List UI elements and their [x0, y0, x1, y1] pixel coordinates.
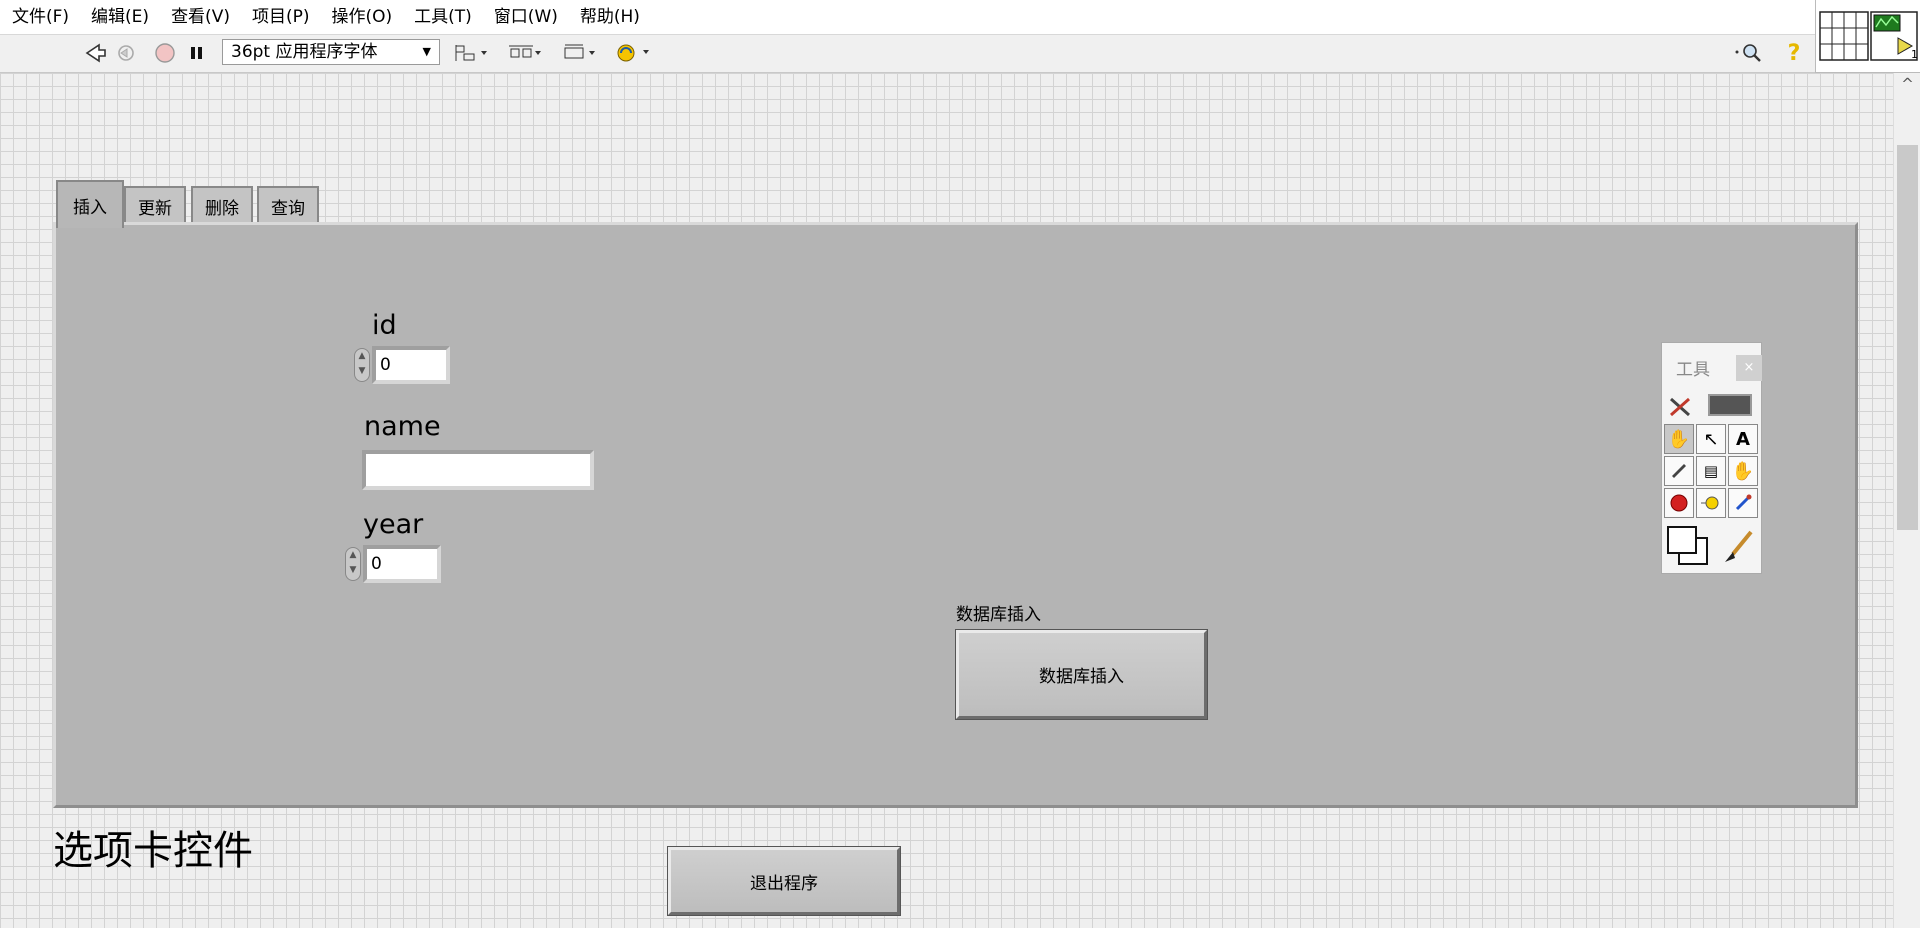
help-icon[interactable]: ? — [1782, 41, 1806, 66]
auto-tool-icon[interactable] — [1665, 392, 1695, 422]
menu-project[interactable]: 项目(P) — [240, 0, 320, 34]
svg-text:1: 1 — [1911, 48, 1918, 61]
wiring-tool-icon[interactable] — [1664, 456, 1694, 486]
reorder-icon[interactable] — [614, 41, 654, 65]
shortcut-menu-tool-icon[interactable]: ▤ — [1696, 456, 1726, 486]
position-tool-icon[interactable]: ↖ — [1696, 424, 1726, 454]
id-field[interactable]: 0 — [372, 346, 450, 384]
menu-bar: 文件(F) 编辑(E) 查看(V) 项目(P) 操作(O) 工具(T) 窗口(W… — [0, 0, 1815, 35]
menu-view[interactable]: 查看(V) — [159, 0, 240, 34]
text-tool-icon[interactable]: A — [1728, 424, 1758, 454]
insert-button-label: 数据库插入 — [956, 605, 1041, 625]
probe-tool-icon[interactable] — [1696, 488, 1726, 518]
year-numeric-control[interactable]: ▲ ▼ 0 — [345, 545, 441, 583]
tab-control-label: 选项卡控件 — [53, 828, 253, 874]
id-numeric-control[interactable]: ▲ ▼ 0 — [354, 346, 450, 384]
tab-query[interactable]: 查询 — [257, 186, 319, 224]
year-stepper[interactable]: ▲ ▼ — [345, 547, 361, 581]
font-select[interactable]: 36pt 应用程序字体 ▼ — [222, 39, 440, 65]
name-label: name — [364, 411, 441, 442]
year-field[interactable]: 0 — [363, 545, 441, 583]
auto-select-toggle[interactable] — [1708, 394, 1752, 416]
tab-insert[interactable]: 插入 — [56, 180, 124, 228]
search-icon[interactable] — [1732, 41, 1764, 65]
vertical-scrollbar[interactable]: ^ — [1893, 73, 1920, 928]
chevron-down-icon: ▼ — [422, 45, 431, 58]
distribute-objects-icon[interactable] — [506, 41, 544, 65]
align-objects-icon[interactable] — [452, 41, 490, 65]
abort-icon[interactable] — [153, 41, 177, 65]
year-label: year — [363, 509, 424, 540]
scroll-tool-icon[interactable]: ✋ — [1728, 456, 1758, 486]
color-swatch-icon[interactable] — [1664, 523, 1712, 569]
paintbrush-icon[interactable] — [1720, 527, 1756, 567]
menu-edit[interactable]: 编辑(E) — [79, 0, 159, 34]
menu-file[interactable]: 文件(F) — [0, 0, 79, 34]
id-label: id — [372, 310, 397, 341]
tools-palette: 工具 × ✋ ↖ A ▤ ✋ — [1661, 342, 1762, 574]
tab-panel — [53, 222, 1858, 808]
name-field[interactable] — [362, 450, 594, 490]
menu-window[interactable]: 窗口(W) — [482, 0, 568, 34]
exit-button[interactable]: 退出程序 — [667, 846, 901, 916]
id-stepper[interactable]: ▲ ▼ — [354, 348, 370, 382]
close-icon[interactable]: × — [1736, 355, 1762, 381]
connector-pane-icon: 1 — [1819, 11, 1918, 61]
operate-tool-icon[interactable]: ✋ — [1664, 424, 1694, 454]
scrollbar-thumb[interactable] — [1897, 145, 1918, 530]
scroll-up-icon[interactable]: ^ — [1894, 75, 1920, 93]
font-select-value: 36pt 应用程序字体 — [231, 42, 378, 62]
run-continuously-icon[interactable] — [114, 41, 138, 65]
pause-icon[interactable] — [186, 41, 208, 65]
resize-objects-icon[interactable] — [560, 41, 598, 65]
tools-palette-title: 工具 — [1676, 360, 1710, 380]
menu-tools[interactable]: 工具(T) — [402, 0, 482, 34]
menu-operate[interactable]: 操作(O) — [320, 0, 403, 34]
vi-connector-pane[interactable]: 1 — [1815, 0, 1920, 73]
toolbar: 36pt 应用程序字体 ▼ ? — [0, 35, 1815, 73]
run-arrow-icon[interactable] — [84, 41, 108, 65]
tab-delete[interactable]: 删除 — [191, 186, 253, 224]
insert-button[interactable]: 数据库插入 — [955, 629, 1208, 720]
menu-help[interactable]: 帮助(H) — [568, 0, 650, 34]
tab-update[interactable]: 更新 — [124, 186, 186, 224]
color-copy-tool-icon[interactable] — [1728, 488, 1758, 518]
breakpoint-tool-icon[interactable] — [1664, 488, 1694, 518]
